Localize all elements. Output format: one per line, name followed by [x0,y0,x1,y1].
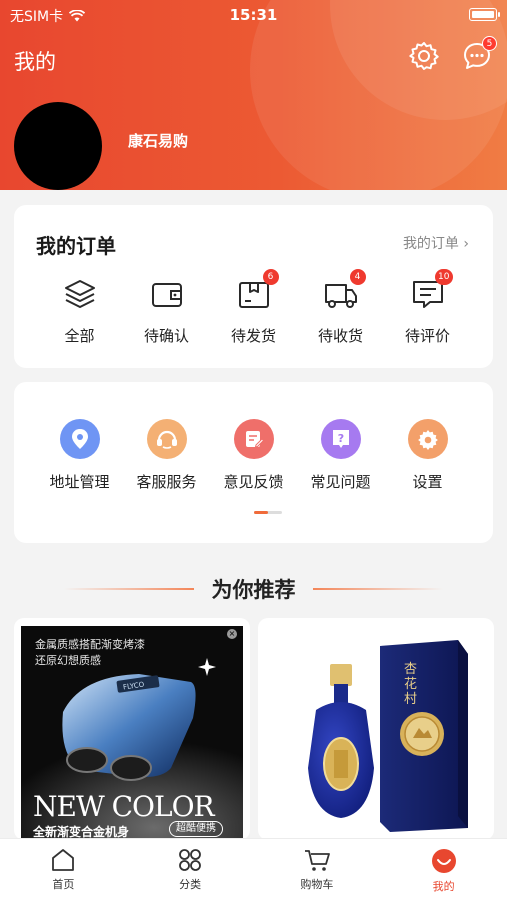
order-status-to-review[interactable]: 10 待评价 [384,269,471,346]
service-label: 设置 [412,473,443,491]
order-status-label: 待收货 [317,327,363,345]
battery-icon [469,8,500,21]
ad-close-icon[interactable]: × [227,629,237,639]
service-address[interactable]: 地址管理 [36,419,123,492]
page-title: 我的 [14,50,56,74]
orders-more-link[interactable]: 我的订单 › [403,233,469,253]
services-card: 地址管理 客服服务 意见反馈 ? 常见问题 设置 [14,382,493,543]
product-card[interactable]: 杏花村 [258,618,494,840]
product-card[interactable]: × 金属质感搭配渐变烤漆 还原幻想质感 FLYCO NEW COLOR 全新渐变… [14,618,250,840]
tab-label: 我的 [432,880,455,893]
tab-home[interactable]: 首页 [0,839,127,900]
product-image-liquor [308,640,468,832]
order-status-label: 待确认 [143,327,189,345]
location-icon [71,429,88,449]
avatar[interactable] [14,102,102,190]
service-label: 客服服务 [136,473,197,491]
service-label: 意见反馈 [223,473,284,491]
service-label: 地址管理 [49,473,110,491]
service-customer[interactable]: 客服服务 [123,419,210,492]
tab-category[interactable]: 分类 [127,839,254,900]
messages-badge: 5 [482,36,497,51]
order-status-row: 全部 待确认 6 待发货 4 待收货 10 待评价 [36,269,471,346]
grid-icon [179,849,202,871]
order-status-pending-confirm[interactable]: 待确认 [123,277,210,346]
question-icon: ? [332,430,349,448]
tab-cart[interactable]: 购物车 [254,839,381,900]
product-image-shaver-ad: × 金属质感搭配渐变烤漆 还原幻想质感 FLYCO NEW COLOR 全新渐变… [21,626,243,840]
orders-more-label: 我的订单 [402,236,459,252]
services-row: 地址管理 客服服务 意见反馈 ? 常见问题 设置 [36,419,471,492]
chevron-right-icon: › [463,236,469,252]
edit-icon [245,431,264,448]
service-label: 常见问题 [310,473,371,491]
tab-label: 购物车 [300,878,334,891]
gear-icon [409,42,439,70]
settings-button[interactable] [408,40,440,72]
tab-label: 首页 [52,878,75,891]
divider [313,588,443,590]
tab-bar: 首页 分类 购物车 我的 [0,838,507,900]
order-status-badge: 4 [349,269,366,285]
recommend-heading: 为你推荐 [0,572,507,604]
order-status-badge: 6 [262,269,279,285]
cart-icon [304,850,330,871]
username: 康石易购 [128,132,189,150]
messages-button[interactable]: 5 [461,36,497,72]
status-bar: 无SIM卡 15:31 [0,4,507,26]
profile-smile-icon [431,849,456,873]
ad-text: 金属质感搭配渐变烤漆 [35,638,145,651]
gear-icon [417,430,438,450]
order-status-to-ship[interactable]: 6 待发货 [210,269,297,346]
order-status-label: 全部 [64,327,95,345]
order-status-to-receive[interactable]: 4 待收货 [297,269,384,346]
ad-text: 还原幻想质感 [35,654,101,667]
orders-title: 我的订单 [36,234,116,258]
service-faq[interactable]: ? 常见问题 [297,419,384,492]
ad-tag: 超酷便携 [169,821,223,837]
ad-headline: NEW COLOR [33,790,215,823]
tab-label: 分类 [179,878,202,891]
tab-mine[interactable]: 我的 [380,839,507,900]
order-status-all[interactable]: 全部 [36,277,123,346]
order-status-badge: 10 [435,269,453,285]
headset-icon [156,430,177,449]
wallet-icon [151,283,182,307]
profile-header: 无SIM卡 15:31 我的 5 康石易购 [0,0,507,190]
layers-icon [64,280,95,308]
home-icon [52,849,75,871]
box-brand-text: 杏花村 [404,662,418,707]
service-settings[interactable]: 设置 [384,419,471,492]
svg-text:?: ? [337,432,343,445]
order-status-label: 待评价 [404,327,450,345]
service-feedback[interactable]: 意见反馈 [210,419,297,492]
orders-card: 我的订单 我的订单 › 全部 待确认 6 待发货 4 待收货 10 待评价 [14,205,493,368]
order-status-label: 待发货 [230,327,276,345]
status-time: 15:31 [229,6,278,24]
services-pager [254,511,282,514]
